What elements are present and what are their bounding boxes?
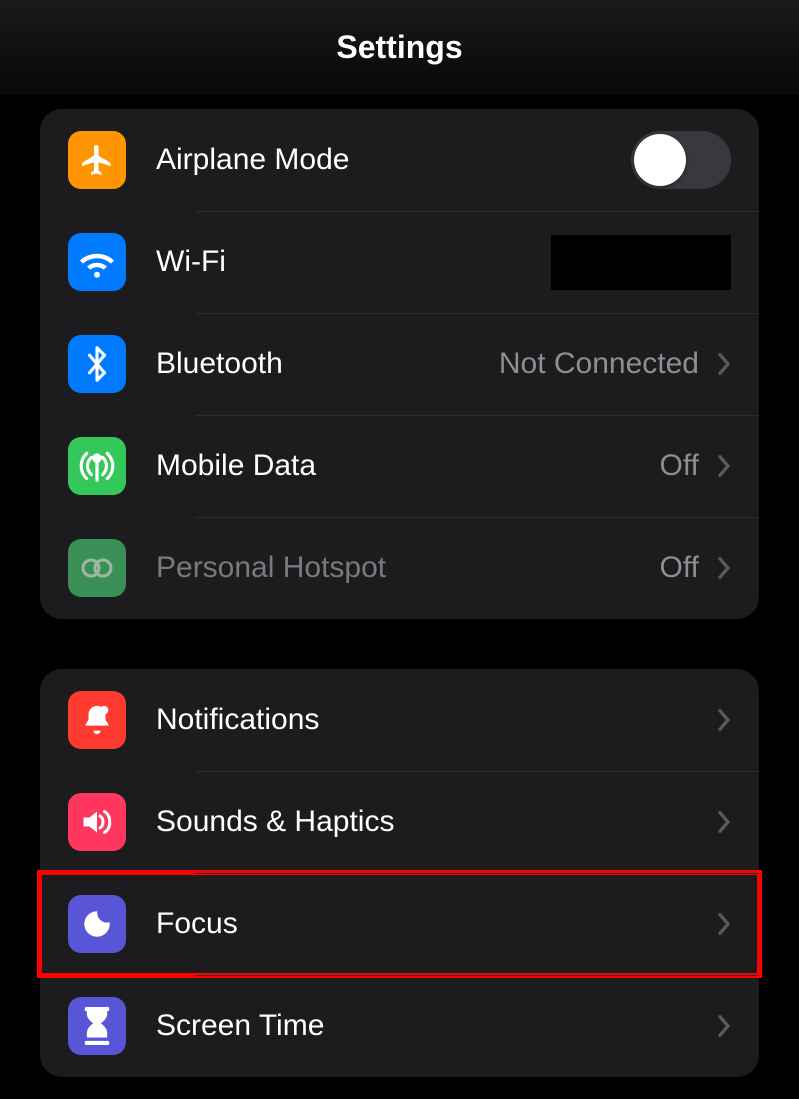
- chevron-right-icon: [717, 1014, 731, 1038]
- page-title: Settings: [0, 0, 799, 95]
- row-bluetooth[interactable]: Bluetooth Not Connected: [40, 313, 759, 415]
- chevron-right-icon: [717, 454, 731, 478]
- row-screen-time[interactable]: Screen Time: [40, 975, 759, 1077]
- row-notifications[interactable]: Notifications: [40, 669, 759, 771]
- row-wifi[interactable]: Wi-Fi: [40, 211, 759, 313]
- settings-group-connectivity: Airplane Mode Wi-Fi Bluetooth Not Connec…: [40, 109, 759, 619]
- chevron-right-icon: [717, 708, 731, 732]
- notifications-icon: [68, 691, 126, 749]
- bluetooth-value: Not Connected: [499, 347, 699, 381]
- chevron-right-icon: [717, 912, 731, 936]
- wifi-icon: [68, 233, 126, 291]
- row-sounds-haptics[interactable]: Sounds & Haptics: [40, 771, 759, 873]
- row-airplane-mode[interactable]: Airplane Mode: [40, 109, 759, 211]
- row-mobile-data[interactable]: Mobile Data Off: [40, 415, 759, 517]
- focus-label: Focus: [156, 907, 717, 941]
- notifications-label: Notifications: [156, 703, 717, 737]
- chevron-right-icon: [717, 556, 731, 580]
- airplane-icon: [68, 131, 126, 189]
- settings-group-attention: Notifications Sounds & Haptics Focus Scr…: [40, 669, 759, 1077]
- row-personal-hotspot[interactable]: Personal Hotspot Off: [40, 517, 759, 619]
- sounds-label: Sounds & Haptics: [156, 805, 717, 839]
- screen-time-icon: [68, 997, 126, 1055]
- chevron-right-icon: [717, 810, 731, 834]
- mobile-data-icon: [68, 437, 126, 495]
- screen-time-label: Screen Time: [156, 1009, 717, 1043]
- hotspot-value: Off: [660, 551, 699, 585]
- wifi-value-redacted: [551, 235, 731, 290]
- bluetooth-label: Bluetooth: [156, 347, 499, 381]
- hotspot-icon: [68, 539, 126, 597]
- hotspot-label: Personal Hotspot: [156, 551, 660, 585]
- wifi-label: Wi-Fi: [156, 245, 551, 279]
- chevron-right-icon: [717, 352, 731, 376]
- bluetooth-icon: [68, 335, 126, 393]
- airplane-label: Airplane Mode: [156, 143, 631, 177]
- airplane-toggle[interactable]: [631, 131, 731, 189]
- mobile-data-label: Mobile Data: [156, 449, 660, 483]
- row-focus[interactable]: Focus: [40, 873, 759, 975]
- focus-icon: [68, 895, 126, 953]
- sounds-icon: [68, 793, 126, 851]
- mobile-data-value: Off: [660, 449, 699, 483]
